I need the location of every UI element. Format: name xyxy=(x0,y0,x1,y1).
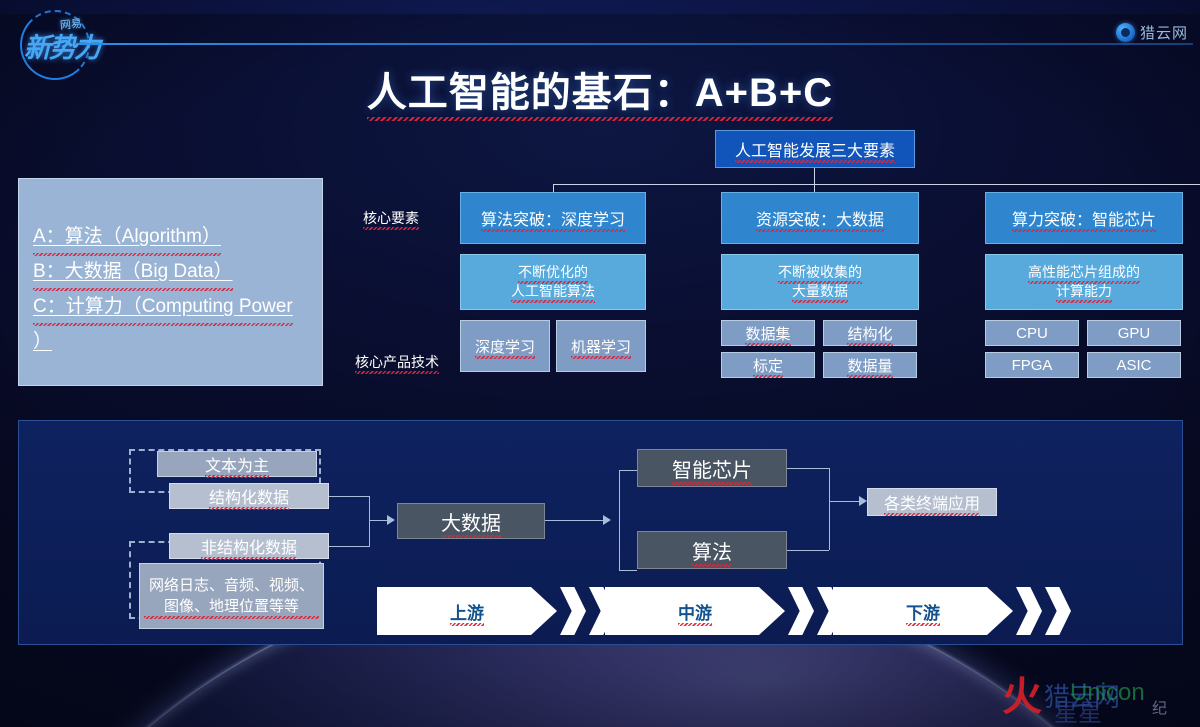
stage-label-midstream: 中游 xyxy=(678,599,712,624)
stage-label-upstream: 上游 xyxy=(450,599,484,624)
flow-head-node: 人工智能发展三大要素 xyxy=(715,130,915,168)
page-title-text: 人工智能的基石：A+B+C xyxy=(366,60,834,121)
flow-leaf-node-1-2: 机器学习 xyxy=(556,320,646,372)
flow-main-node-1: 算法突破：深度学习 xyxy=(460,192,646,244)
brand-divider-line xyxy=(78,43,1193,45)
pipeline-box-unstructured-examples: 网络日志、音频、视频、图像、地理位置等等 xyxy=(139,563,324,629)
connector-split-top xyxy=(619,470,637,471)
flow-leaf-node-3-1: CPU xyxy=(985,320,1079,346)
flow-main-node-3: 算力突破：智能芯片 xyxy=(985,192,1183,244)
flow-leaf-node-3-4: ASIC xyxy=(1087,352,1181,378)
chevron-mark-icon xyxy=(1045,587,1071,635)
connector-merge-out xyxy=(369,520,387,521)
arrowhead-to-bigdata xyxy=(387,515,395,525)
watermark: 火 猎云网 Unicon 星星 纪 xyxy=(1002,671,1194,727)
connector-merge2-out xyxy=(829,501,859,502)
page-title: 人工智能的基石：A+B+C xyxy=(0,60,1200,121)
connector-bigdata-right xyxy=(545,520,603,521)
brand-name-small: 网易 xyxy=(59,17,83,33)
chevron-mark-icon xyxy=(560,587,586,635)
circle-logo-icon xyxy=(1115,23,1135,42)
flow-sub-node-3: 高性能芯片组成的 计算能力 xyxy=(985,254,1183,310)
connector-chip-right xyxy=(787,468,829,469)
definition-card: A：算法（Algorithm） B：大数据（Big Data） C：计算力（Co… xyxy=(18,178,323,386)
pipeline-box-chip: 智能芯片 xyxy=(637,449,787,487)
watermark-glyph: 火 xyxy=(1002,675,1042,719)
connector-split-bottom xyxy=(619,570,637,571)
connector-algorithm-right xyxy=(787,550,829,551)
definition-line-a: A：算法（Algorithm） xyxy=(33,219,221,256)
connector-split-vertical xyxy=(619,470,620,570)
flow-sub-node-1: 不断优化的 人工智能算法 xyxy=(460,254,646,310)
flow-chart: 人工智能发展三大要素 核心要素 核心产品技术 算法突破：深度学习 不断优化的 人… xyxy=(355,130,1200,400)
chevron-mark-icon xyxy=(788,587,814,635)
arrowhead-to-split xyxy=(603,515,611,525)
flow-leaf-node-3-3: FPGA xyxy=(985,352,1079,378)
connector-unstructured-right xyxy=(329,546,369,547)
stage-label-downstream: 下游 xyxy=(906,599,940,624)
pipeline-box-bigdata: 大数据 xyxy=(397,503,545,539)
row-label-core-factor: 核心要素 xyxy=(363,210,419,230)
watermark-line-4: 纪 xyxy=(1152,700,1168,717)
flow-leaf-node-3-2: GPU xyxy=(1087,320,1181,346)
definition-line-c-cont: ） xyxy=(33,331,53,352)
connector-merge-vertical xyxy=(369,496,370,547)
watermark-text-stack: 猎云网 Unicon 星星 纪 xyxy=(1044,673,1194,727)
arrowhead-to-terminal xyxy=(859,496,867,506)
pipeline-box-algorithm: 算法 xyxy=(637,531,787,569)
flow-leaf-node-2-1: 数据集 xyxy=(721,320,815,346)
flow-leaf-node-2-3: 标定 xyxy=(721,352,815,378)
definition-line-b: B：大数据（Big Data） xyxy=(33,254,233,291)
stage-chevron-downstream: 下游 xyxy=(833,587,1071,635)
connector-head-down xyxy=(814,168,815,184)
watermark-line-3: 星星 xyxy=(1054,700,1102,727)
flow-leaf-node-2-2: 结构化 xyxy=(823,320,917,346)
pipeline-box-structured-data: 结构化数据 xyxy=(169,483,329,510)
pipeline-box-terminal: 各类终端应用 xyxy=(867,488,997,516)
stage-chevron-midstream: 中游 xyxy=(605,587,843,635)
connector-bus xyxy=(553,184,1200,185)
pipeline-box-unstructured-data: 非结构化数据 xyxy=(169,533,329,560)
pipeline-box-text-main: 文本为主 xyxy=(157,451,317,478)
slide-root: 新势力 网易 猎云网 人工智能的基石：A+B+C A：算法（Algorithm）… xyxy=(0,0,1200,727)
flow-sub-node-2: 不断被收集的 大量数据 xyxy=(721,254,919,310)
pipeline-panel: 文本为主 结构化数据 非结构化数据 网络日志、音频、视频、图像、地理位置等等 大… xyxy=(18,420,1183,645)
publisher-name: 猎云网 xyxy=(1139,25,1188,42)
row-label-core-product: 核心产品技术 xyxy=(355,354,439,374)
stage-chevron-upstream: 上游 xyxy=(377,587,615,635)
flow-leaf-node-1-1: 深度学习 xyxy=(460,320,550,372)
publisher-logo: 猎云网 xyxy=(1115,22,1188,43)
definition-line-c: C：计算力（Computing Power xyxy=(33,289,293,326)
chevron-mark-icon xyxy=(1016,587,1042,635)
flow-leaf-node-2-4: 数据量 xyxy=(823,352,917,378)
flow-main-node-2: 资源突破：大数据 xyxy=(721,192,919,244)
connector-merge2-vertical xyxy=(829,468,830,550)
connector-structured-right xyxy=(329,496,369,497)
